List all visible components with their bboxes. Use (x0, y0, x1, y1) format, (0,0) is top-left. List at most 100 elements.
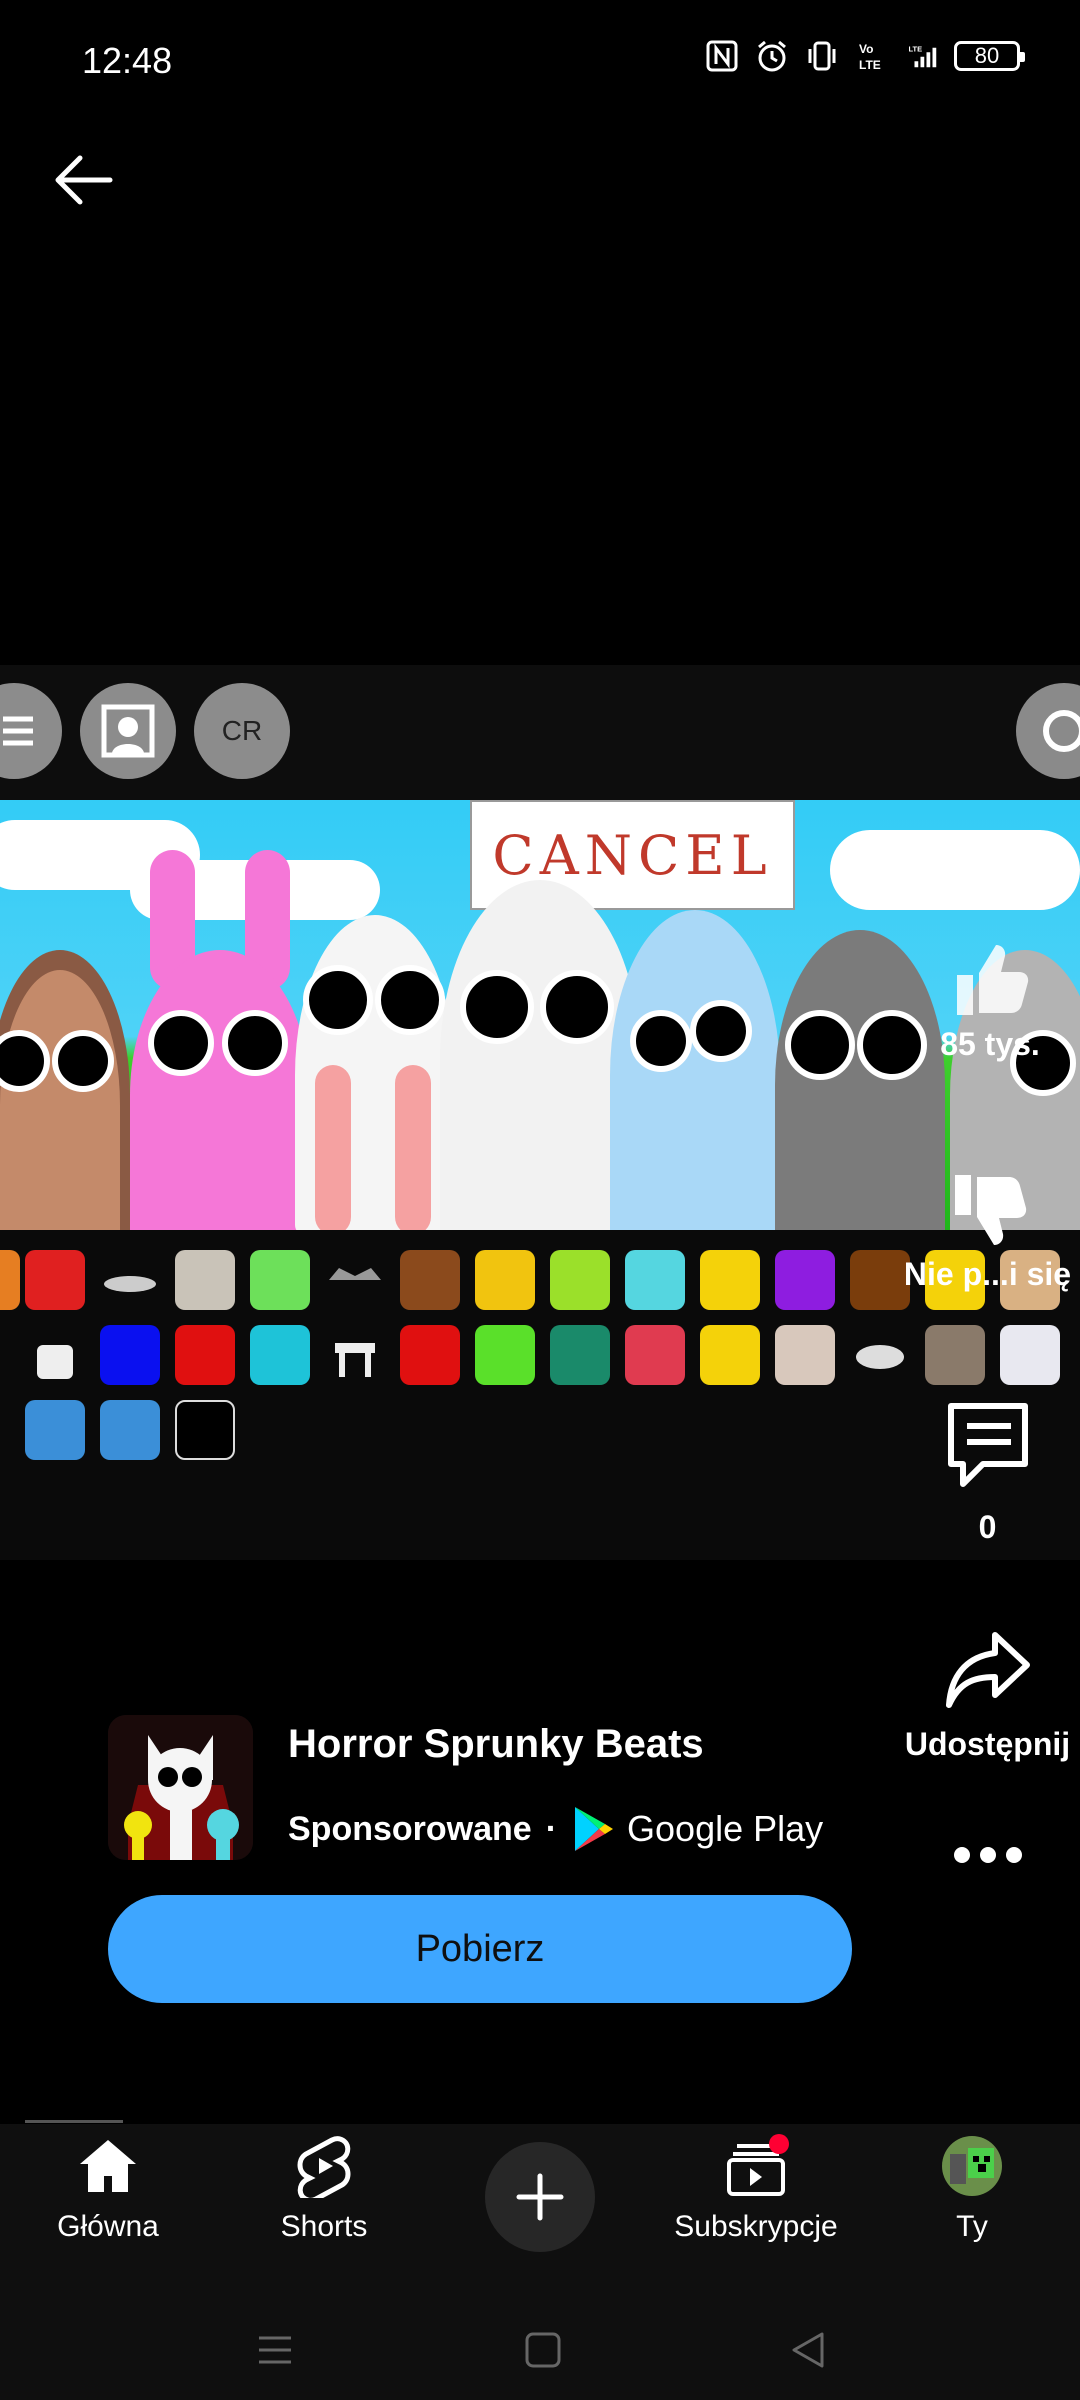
nav-home-label: Główna (57, 2210, 159, 2243)
sound-tile (0, 1250, 20, 1310)
sound-tile (625, 1250, 685, 1310)
reset-icon (1016, 683, 1080, 779)
character-pink-bunny (130, 850, 310, 1230)
sound-tile (25, 1400, 85, 1460)
cr-label: CR (221, 715, 263, 746)
dislike-label: Nie p...i się (903, 1256, 1072, 1292)
share-label: Udostępnij (904, 1726, 1071, 1762)
nav-home[interactable]: Główna (18, 2134, 198, 2244)
nav-subscriptions[interactable]: Subskrypcje (666, 2134, 846, 2244)
store-name: Google Play (627, 1808, 824, 1849)
video-player[interactable]: CR CANCEL (0, 665, 1080, 1560)
comments-button[interactable]: 0 (925, 1400, 1050, 1546)
nfc-icon (704, 38, 740, 74)
subscriptions-icon (727, 2134, 789, 2196)
sound-tile (325, 1250, 385, 1310)
sound-tile (250, 1325, 310, 1385)
square-icon (525, 2332, 561, 2368)
svg-text:Vo: Vo (859, 42, 873, 56)
sound-tile (850, 1325, 910, 1385)
notification-dot (769, 2134, 789, 2154)
vibrate-icon (804, 38, 840, 74)
cloud (830, 830, 1080, 910)
svg-text:LTE: LTE (859, 58, 881, 72)
nav-you[interactable]: Ty (882, 2134, 1062, 2244)
battery-icon: 80 (954, 41, 1025, 71)
game-toolbar: CR (0, 665, 1080, 800)
nav-shorts-label: Shorts (280, 2210, 368, 2243)
install-button[interactable]: Pobierz (108, 1895, 852, 2003)
separator: · (545, 1809, 558, 1848)
comment-count: 0 (978, 1509, 997, 1545)
ad-subtitle: Sponsorowane · Google Play (288, 1805, 823, 1853)
back-button[interactable] (50, 150, 120, 210)
character-nun (0, 950, 130, 1230)
share-icon (945, 1632, 1030, 1708)
share-button[interactable]: Udostępnij (890, 1625, 1080, 1763)
thumb-down-icon (954, 1175, 1026, 1245)
plus-icon (516, 2173, 564, 2221)
sound-tile (250, 1250, 310, 1310)
status-time: 12:48 (82, 40, 173, 81)
home-icon (80, 2140, 136, 2192)
menu-icon (0, 683, 62, 779)
battery-level: 80 (974, 43, 1000, 68)
nav-shorts[interactable]: Shorts (234, 2134, 414, 2244)
status-bar: 12:48 Vo LTE LTE 80 (0, 0, 1080, 120)
sound-tile (175, 1325, 235, 1385)
like-count: 85 tys. (940, 1026, 1040, 1062)
sound-tile (475, 1250, 535, 1310)
sound-tile (25, 1325, 85, 1385)
more-icon (953, 1847, 1022, 1863)
sound-tile (100, 1250, 160, 1310)
triangle-back-icon (792, 2332, 824, 2368)
nav-subscriptions-label: Subskrypcje (674, 2210, 838, 2243)
sound-tile (325, 1325, 385, 1385)
nav-you-label: Ty (956, 2210, 988, 2243)
sound-tile (550, 1250, 610, 1310)
sound-tile (700, 1325, 760, 1385)
sound-tile (550, 1325, 610, 1385)
volte-icon: Vo LTE (854, 38, 890, 74)
sound-tile (400, 1325, 460, 1385)
cr-button: CR (194, 683, 290, 779)
sound-tile (175, 1250, 235, 1310)
ad-app-logo[interactable] (108, 1715, 253, 1860)
alarm-icon (754, 38, 790, 74)
sound-tile (175, 1400, 235, 1460)
sound-tile (775, 1325, 835, 1385)
ad-title[interactable]: Horror Sprunky Beats (288, 1722, 704, 1767)
character-blue (610, 910, 780, 1230)
sound-tile (25, 1250, 85, 1310)
more-options-button[interactable] (945, 1840, 1030, 1890)
sound-tile (925, 1325, 985, 1385)
recent-apps-button[interactable] (255, 2330, 295, 2375)
home-system-button[interactable] (523, 2330, 563, 2375)
comment-icon (947, 1403, 1028, 1487)
lte-signal-icon: LTE (904, 38, 940, 74)
install-label: Pobierz (415, 1927, 545, 1970)
sign-text: CANCEL (492, 823, 773, 887)
sound-tile (775, 1250, 835, 1310)
video-progress (25, 2120, 123, 2123)
menu-icon (259, 2336, 291, 2364)
thumb-up-icon (957, 945, 1029, 1015)
create-button[interactable] (485, 2142, 595, 2252)
system-navigation (0, 2300, 1080, 2400)
dislike-button[interactable]: Nie p...i się (895, 1165, 1080, 1293)
svg-text:LTE: LTE (909, 45, 923, 54)
status-icons: Vo LTE LTE 80 (704, 38, 1025, 74)
back-system-button[interactable] (788, 2330, 828, 2375)
portrait-icon (80, 683, 176, 779)
sound-tile (1000, 1325, 1060, 1385)
sound-tile (100, 1400, 160, 1460)
shorts-icon (297, 2136, 351, 2198)
sponsored-label: Sponsorowane (288, 1809, 532, 1848)
bottom-navigation: Główna Shorts Subskrypcje Ty (0, 2124, 1080, 2300)
sound-tile (625, 1325, 685, 1385)
arrow-left-icon (55, 155, 113, 205)
sound-tile (100, 1325, 160, 1385)
like-button[interactable]: 85 tys. (900, 935, 1080, 1063)
avatar (942, 2136, 1002, 2196)
sound-tile (400, 1250, 460, 1310)
